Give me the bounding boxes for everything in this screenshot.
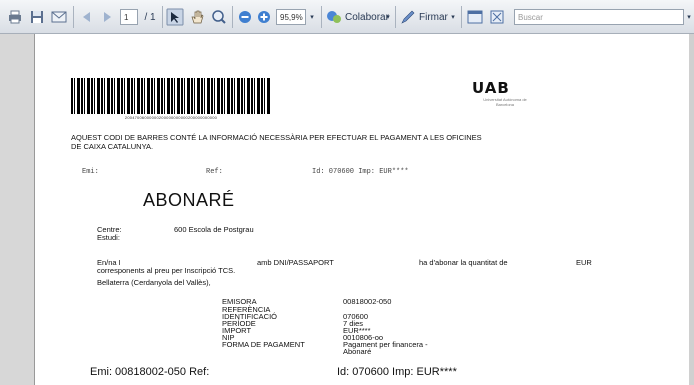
uab-logo: UAB — [472, 79, 510, 97]
bottom-id-imp: Id: 070600 Imp: EUR**** — [337, 366, 457, 378]
zoom-dropdown-icon[interactable]: ▾ — [307, 8, 317, 26]
search-dropdown-icon[interactable]: ▾ — [684, 8, 694, 26]
id-line-top: Id: 070600 Imp: EUR**** — [312, 168, 409, 176]
collaborate-button[interactable]: Colaborar — [345, 8, 389, 26]
abonar-text: ha d'abonar la quantitat de — [419, 258, 508, 267]
collaborate-icon[interactable] — [325, 8, 343, 26]
vertical-scrollbar[interactable] — [689, 34, 694, 385]
fit-width-icon[interactable] — [466, 8, 484, 26]
bottom-emi-ref: Emi: 00818002-050 Ref: — [90, 366, 210, 378]
zoom-tool-icon[interactable] — [210, 8, 228, 26]
document-title: ABONARÉ — [143, 190, 235, 210]
corresponents-text: corresponents al preu per Inscripció TCS… — [97, 266, 236, 275]
barcode-notice-line2: DE CAIXA CATALUNYA. — [71, 142, 154, 151]
place-date-text: Bellaterra (Cerdanyola del Vallès), — [97, 278, 211, 287]
pen-icon[interactable] — [399, 8, 417, 26]
zoom-out-icon[interactable] — [236, 8, 254, 26]
hand-tool-icon[interactable] — [188, 8, 206, 26]
page-total: / 1 — [144, 11, 156, 23]
print-icon[interactable] — [6, 8, 24, 26]
barcode-number: 20047006000000200000000000200000000000 — [124, 115, 218, 120]
barcode-notice: AQUEST CODI DE BARRES CONTÉ LA INFORMACI… — [71, 133, 482, 142]
field-value: Abonaré — [343, 347, 372, 356]
save-icon[interactable] — [28, 8, 46, 26]
fit-page-icon[interactable] — [488, 8, 506, 26]
centre-value: 600 Escola de Postgrau — [174, 225, 254, 234]
eur-text: EUR — [576, 258, 592, 267]
estudi-label: Estudi: — [97, 233, 120, 242]
logo-subtitle: Universitat Autònoma de Barcelona — [483, 97, 527, 107]
ref-label-top: Ref: — [206, 168, 223, 176]
select-tool-icon[interactable] — [166, 8, 184, 26]
collaborate-dropdown-icon[interactable]: ▾ — [384, 8, 392, 26]
dni-text: amb DNI/PASSAPORT — [257, 258, 334, 267]
left-panel — [0, 34, 34, 385]
next-page-icon[interactable] — [98, 8, 116, 26]
barcode — [71, 78, 271, 114]
field-label: FORMA DE PAGAMENT — [222, 340, 305, 349]
search-input[interactable]: Buscar — [514, 9, 684, 25]
email-icon[interactable] — [50, 8, 68, 26]
pdf-toolbar: 1 / 1 95,9% ▾ Colaborar ▾ Firmar ▾ Busca… — [0, 0, 694, 34]
emi-label-top: Emi: — [82, 168, 99, 176]
previous-page-icon[interactable] — [78, 8, 96, 26]
sign-button[interactable]: Firmar — [419, 8, 449, 26]
zoom-in-icon[interactable] — [255, 8, 273, 26]
page-number-input[interactable]: 1 — [120, 9, 138, 25]
zoom-level-input[interactable]: 95,9% — [276, 9, 306, 25]
sign-dropdown-icon[interactable]: ▾ — [449, 8, 457, 26]
field-value: 00818002-050 — [343, 297, 392, 306]
